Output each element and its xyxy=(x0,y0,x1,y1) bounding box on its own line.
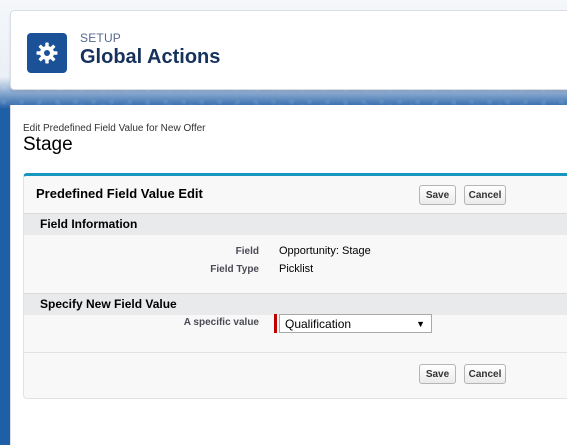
specific-value-field: Qualification ▼ xyxy=(274,314,432,333)
dropdown-caret-icon: ▼ xyxy=(416,318,425,329)
section-field-information: Field Information xyxy=(24,213,567,235)
section-title-specify-new-value: Specify New Field Value xyxy=(40,297,177,311)
section-specify-new-value: Specify New Field Value xyxy=(24,293,567,315)
page-title: Global Actions xyxy=(80,46,221,68)
page-header: SETUP Global Actions xyxy=(10,10,567,90)
specific-value-selected: Qualification xyxy=(285,316,352,331)
field-label: Field xyxy=(235,246,259,257)
setup-label: SETUP xyxy=(80,31,122,45)
field-type-label: Field Type xyxy=(210,264,259,275)
field-value: Opportunity: Stage xyxy=(279,245,371,257)
gear-icon xyxy=(27,33,67,73)
edit-panel: Predefined Field Value Edit Save Cancel … xyxy=(23,173,567,399)
specific-value-label: A specific value xyxy=(183,317,259,328)
panel-title: Predefined Field Value Edit xyxy=(36,186,203,201)
field-type-value: Picklist xyxy=(279,263,314,275)
footer-cancel-button[interactable]: Cancel xyxy=(464,364,506,384)
section-title-field-information: Field Information xyxy=(40,217,138,231)
footer-divider xyxy=(24,352,567,353)
cancel-button[interactable]: Cancel xyxy=(464,185,506,205)
record-sub-label: Edit Predefined Field Value for New Offe… xyxy=(23,123,206,134)
record-title: Stage xyxy=(23,134,73,155)
required-indicator xyxy=(274,314,277,333)
footer-save-button[interactable]: Save xyxy=(419,364,456,384)
save-button[interactable]: Save xyxy=(419,185,456,205)
specific-value-select[interactable]: Qualification ▼ xyxy=(279,314,432,333)
main-content: Edit Predefined Field Value for New Offe… xyxy=(10,105,567,445)
